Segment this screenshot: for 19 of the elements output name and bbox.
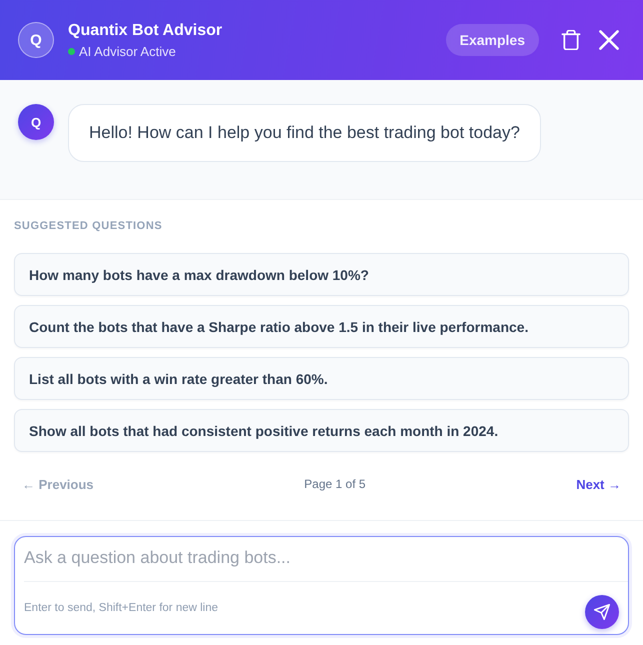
send-icon	[594, 604, 610, 620]
section-heading: SUGGESTED QUESTIONS	[14, 219, 162, 233]
page-indicator: Page 1 of 5	[304, 477, 366, 491]
suggested-question[interactable]: Show all bots that had consistent positive returns each month in 2024.	[14, 409, 629, 452]
header-title: Quantix Bot Advisor	[68, 20, 222, 40]
header-avatar: Q	[18, 22, 54, 58]
examples-button[interactable]: Examples	[446, 24, 539, 56]
send-button[interactable]	[585, 595, 619, 629]
suggested-question[interactable]: List all bots with a win rate greater than 60%.	[14, 357, 629, 400]
suggested-question[interactable]: How many bots have a max drawdown below 10%?	[14, 253, 629, 296]
input-hint: Enter to send, Shift+Enter for new line	[24, 602, 218, 614]
message-input[interactable]: Ask a question about trading bots...	[15, 537, 628, 579]
status-label: AI Advisor Active	[79, 44, 176, 60]
suggested-question[interactable]: Count the bots that have a Sharpe ratio above 1.5 in their live performance.	[14, 305, 629, 348]
next-button[interactable]: Next →	[576, 474, 621, 494]
bot-avatar: Q	[18, 104, 54, 140]
chat-bubble: Hello! How can I help you find the best trading bot today?	[68, 104, 541, 162]
trash-icon	[561, 30, 581, 50]
close-icon	[599, 30, 619, 50]
